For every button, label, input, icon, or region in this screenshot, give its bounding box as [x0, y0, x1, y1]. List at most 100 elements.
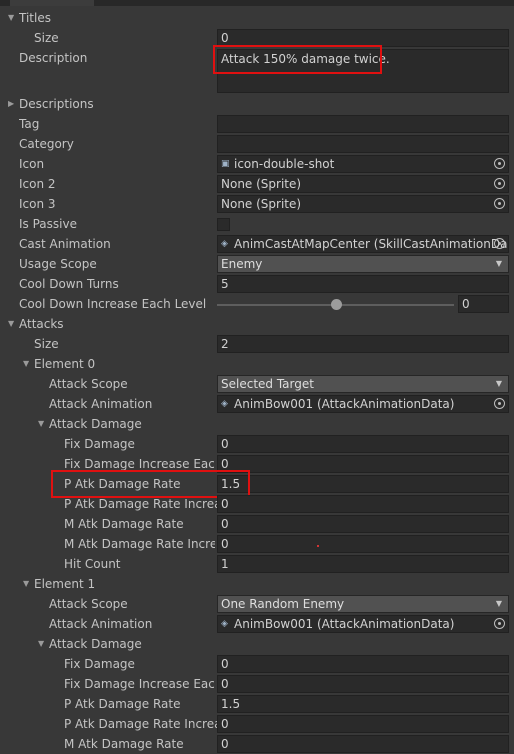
titles-row[interactable]: ▼ Titles [0, 8, 514, 28]
icon3-value: None (Sprite) [221, 197, 302, 211]
icon2-label: Icon 2 [19, 177, 56, 191]
dropdown-arrow-icon: ▼ [495, 599, 502, 608]
attack-scope-value: One Random Enemy [221, 597, 345, 611]
attack-damage-row[interactable]: ▼ Attack Damage [0, 634, 514, 654]
patk-damage-rate-increase-label: P Atk Damage Rate Increas [64, 497, 217, 511]
foldout-open-icon[interactable]: ▼ [8, 316, 18, 332]
attack-animation-label: Attack Animation [49, 617, 153, 631]
tag-label: Tag [19, 117, 40, 131]
element-0-row[interactable]: ▼ Element 0 [0, 354, 514, 374]
patk-damage-rate-field[interactable]: 1.5 [217, 695, 509, 713]
icon-label: Icon [19, 157, 45, 171]
category-row: Category [0, 134, 514, 154]
attack-animation-row: Attack Animation ◈ AnimBow001 (AttackAni… [0, 394, 514, 414]
icon-object-field[interactable]: ▣ icon-double-shot [217, 155, 509, 173]
highlight-box-description [213, 45, 382, 74]
attack-animation-object-field[interactable]: ◈ AnimBow001 (AttackAnimationData) [217, 615, 509, 633]
foldout-closed-icon[interactable]: ▶ [8, 96, 18, 112]
tab-inspector[interactable] [10, 0, 94, 6]
tag-row: Tag [0, 114, 514, 134]
fix-damage-label: Fix Damage [64, 437, 135, 451]
sprite-icon: ▣ [221, 159, 230, 169]
attack-animation-value: AnimBow001 (AttackAnimationData) [234, 617, 455, 631]
foldout-open-icon[interactable]: ▼ [23, 576, 33, 592]
fix-damage-field[interactable]: 0 [217, 655, 509, 673]
patk-damage-rate-label: P Atk Damage Rate [64, 697, 181, 711]
attacks-size-field[interactable]: 2 [217, 335, 509, 353]
patk-damage-rate-increase-row: P Atk Damage Rate Increas 0 [0, 714, 514, 734]
cast-animation-object-field[interactable]: ◈ AnimCastAtMapCenter (SkillCastAnimatio… [217, 235, 509, 253]
object-picker-icon[interactable] [494, 238, 505, 249]
cool-down-turns-field[interactable]: 5 [217, 275, 509, 293]
foldout-open-icon[interactable]: ▼ [38, 636, 48, 652]
scriptable-object-icon: ◈ [221, 239, 228, 249]
fix-damage-increase-row: Fix Damage Increase Each 0 [0, 674, 514, 694]
icon3-object-field[interactable]: None (Sprite) [217, 195, 509, 213]
patk-damage-rate-increase-field[interactable]: 0 [217, 495, 509, 513]
fix-damage-field[interactable]: 0 [217, 435, 509, 453]
fix-damage-label: Fix Damage [64, 657, 135, 671]
object-picker-icon[interactable] [494, 158, 505, 169]
icon-row: Icon ▣ icon-double-shot [0, 154, 514, 174]
patk-damage-rate-increase-label: P Atk Damage Rate Increas [64, 717, 217, 731]
attack-damage-row[interactable]: ▼ Attack Damage [0, 414, 514, 434]
object-picker-icon[interactable] [494, 618, 505, 629]
attack-animation-value: AnimBow001 (AttackAnimationData) [234, 397, 455, 411]
attacks-label: Attacks [19, 317, 64, 331]
dropdown-arrow-icon: ▼ [495, 379, 502, 388]
dropdown-arrow-icon: ▼ [495, 259, 502, 268]
matk-damage-rate-increase-row: M Atk Damage Rate Increa 0 [0, 534, 514, 554]
hit-count-field[interactable]: 1 [217, 555, 509, 573]
cool-down-increase-field[interactable]: 0 [458, 295, 509, 313]
attacks-row[interactable]: ▼ Attacks [0, 314, 514, 334]
icon3-row: Icon 3 None (Sprite) [0, 194, 514, 214]
matk-damage-rate-row: M Atk Damage Rate 0 [0, 734, 514, 754]
patk-damage-rate-increase-field[interactable]: 0 [217, 715, 509, 733]
element-1-row[interactable]: ▼ Element 1 [0, 574, 514, 594]
object-picker-icon[interactable] [494, 398, 505, 409]
matk-damage-rate-field[interactable]: 0 [217, 515, 509, 533]
matk-damage-rate-row: M Atk Damage Rate 0 [0, 514, 514, 534]
is-passive-checkbox[interactable] [217, 218, 230, 231]
is-passive-label: Is Passive [19, 217, 77, 231]
usage-scope-row: Usage Scope Enemy ▼ [0, 254, 514, 274]
matk-damage-rate-label: M Atk Damage Rate [64, 737, 184, 751]
attack-scope-label: Attack Scope [49, 597, 128, 611]
matk-damage-rate-increase-label: M Atk Damage Rate Increa [64, 537, 215, 551]
fix-damage-increase-field[interactable]: 0 [217, 455, 509, 473]
cool-down-turns-row: Cool Down Turns 5 [0, 274, 514, 294]
cool-down-increase-label: Cool Down Increase Each Level [19, 297, 207, 311]
object-picker-icon[interactable] [494, 198, 505, 209]
foldout-open-icon[interactable]: ▼ [38, 416, 48, 432]
attack-scope-row: Attack Scope Selected Target ▼ [0, 374, 514, 394]
tab-services[interactable] [176, 0, 246, 6]
attack-animation-object-field[interactable]: ◈ AnimBow001 (AttackAnimationData) [217, 395, 509, 413]
icon3-label: Icon 3 [19, 197, 56, 211]
foldout-open-icon[interactable]: ▼ [8, 10, 18, 26]
attack-damage-label: Attack Damage [49, 637, 142, 651]
attack-scope-dropdown[interactable]: One Random Enemy ▼ [217, 595, 509, 613]
tab-lighting[interactable] [100, 0, 170, 6]
usage-scope-dropdown[interactable]: Enemy ▼ [217, 255, 509, 273]
fix-damage-increase-label: Fix Damage Increase Each [64, 677, 214, 691]
descriptions-row[interactable]: ▶ Descriptions [0, 94, 514, 114]
element-1-label: Element 1 [34, 577, 96, 591]
matk-damage-rate-field[interactable]: 0 [217, 735, 509, 753]
fix-damage-increase-field[interactable]: 0 [217, 675, 509, 693]
matk-damage-rate-increase-field[interactable]: 0 [217, 535, 509, 553]
attack-scope-value: Selected Target [221, 377, 314, 391]
attack-animation-label: Attack Animation [49, 397, 153, 411]
tag-field[interactable] [217, 115, 509, 133]
fix-damage-row: Fix Damage 0 [0, 434, 514, 454]
attack-scope-dropdown[interactable]: Selected Target ▼ [217, 375, 509, 393]
cool-down-increase-slider-thumb[interactable] [330, 299, 342, 310]
foldout-open-icon[interactable]: ▼ [23, 356, 33, 372]
cool-down-turns-label: Cool Down Turns [19, 277, 119, 291]
object-picker-icon[interactable] [494, 178, 505, 189]
element-0-label: Element 0 [34, 357, 96, 371]
patk-damage-rate-field[interactable]: 1.5 [217, 475, 509, 493]
fix-damage-row: Fix Damage 0 [0, 654, 514, 674]
category-field[interactable] [217, 135, 509, 153]
icon2-object-field[interactable]: None (Sprite) [217, 175, 509, 193]
scriptable-object-icon: ◈ [221, 619, 228, 629]
